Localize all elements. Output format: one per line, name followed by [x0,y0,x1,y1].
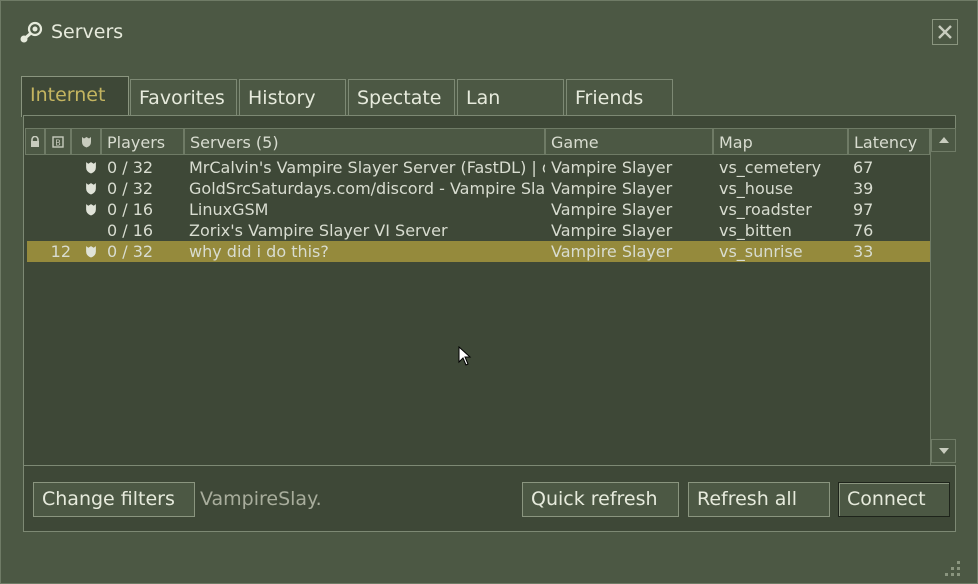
connect-button[interactable]: Connect [838,482,950,517]
row-players: 0 / 32 [107,179,154,198]
resize-grip-icon[interactable] [941,557,963,579]
row-server-name: Zorix's Vampire Slayer VI Server [189,221,448,240]
shield-icon [86,183,96,195]
tab-history[interactable]: History [239,79,346,115]
steam-icon [20,21,43,43]
tab-internet[interactable]: Internet [21,76,129,117]
row-server-name: GoldSrcSaturdays.com/discord - Vampire S… [189,179,545,198]
column-header-servers[interactable]: Servers (5) [184,128,545,155]
row-map: vs_roadster [719,200,812,219]
window-title: Servers [51,21,124,43]
row-players: 0 / 32 [107,242,154,261]
shield-icon [86,162,96,174]
row-game: Vampire Slayer [551,179,673,198]
row-latency: 33 [853,242,874,261]
row-map: vs_sunrise [719,242,803,261]
arrow-down-icon [938,448,949,454]
close-button[interactable] [932,19,958,45]
vertical-scrollbar[interactable] [930,128,956,465]
quick-refresh-button[interactable]: Quick refresh [522,482,679,517]
row-bots: 12 [50,242,71,261]
column-header-lock[interactable] [25,128,45,155]
footer-divider [24,465,955,466]
table-row[interactable]: 0 / 16 LinuxGSM Vampire Slayer vs_roadster 9… [27,199,930,220]
scroll-up-button[interactable] [931,128,956,152]
shield-icon [86,246,96,258]
column-header-secure[interactable] [71,128,101,155]
tab-favorites[interactable]: Favorites [130,79,237,115]
row-players: 0 / 16 [107,200,154,219]
svg-text:B: B [55,138,61,147]
table-row[interactable]: 0 / 32 GoldSrcSaturdays.com/discord - Vam… [27,178,930,199]
row-latency: 67 [853,158,874,177]
refresh-all-button[interactable]: Refresh all [688,482,830,517]
column-header-map[interactable]: Map [713,128,848,155]
server-list-panel: B Players Servers (5) Game Map Latency 0… [23,115,956,532]
table-row[interactable]: 0 / 16 Zorix's Vampire Slayer VI Server Va… [27,220,930,241]
row-latency: 39 [853,179,874,198]
change-filters-button[interactable]: Change filters [33,482,195,517]
mouse-cursor-icon [458,346,472,366]
row-players: 0 / 16 [107,221,154,240]
bots-icon: B [52,135,64,148]
filter-summary: VampireSlay. [200,488,322,510]
lock-icon [31,135,39,147]
tab-spectate[interactable]: Spectate [348,79,455,115]
servers-window: Servers Internet Favorites History Spect… [0,0,978,584]
tab-lan[interactable]: Lan [457,79,564,115]
row-players: 0 / 32 [107,158,154,177]
close-icon [938,25,952,39]
table-row[interactable]: 0 / 32 MrCalvin's Vampire Slayer Server (… [27,157,930,178]
row-game: Vampire Slayer [551,221,673,240]
title-bar[interactable]: Servers [1,1,977,61]
table-row[interactable]: 12 0 / 32 why did i do this? Vampire Slayer… [27,241,930,262]
row-server-name: why did i do this? [189,242,329,261]
shield-icon [81,136,91,147]
row-server-name: LinuxGSM [189,200,269,219]
column-header-bots[interactable]: B [45,128,71,155]
column-header-players[interactable]: Players [101,128,184,155]
row-latency: 76 [853,221,874,240]
row-game: Vampire Slayer [551,158,673,177]
tab-friends[interactable]: Friends [566,79,673,115]
row-game: Vampire Slayer [551,242,673,261]
column-header-latency[interactable]: Latency [848,128,930,155]
row-map: vs_bitten [719,221,792,240]
server-list[interactable]: B Players Servers (5) Game Map Latency 0… [25,128,930,466]
row-map: vs_house [719,179,794,198]
column-header-game[interactable]: Game [545,128,713,155]
row-server-name: MrCalvin's Vampire Slayer Server (FastDL… [189,158,545,177]
row-latency: 97 [853,200,874,219]
shield-icon [86,204,96,216]
scroll-down-button[interactable] [931,439,956,463]
row-map: vs_cemetery [719,158,822,177]
arrow-up-icon [938,137,949,143]
row-game: Vampire Slayer [551,200,673,219]
